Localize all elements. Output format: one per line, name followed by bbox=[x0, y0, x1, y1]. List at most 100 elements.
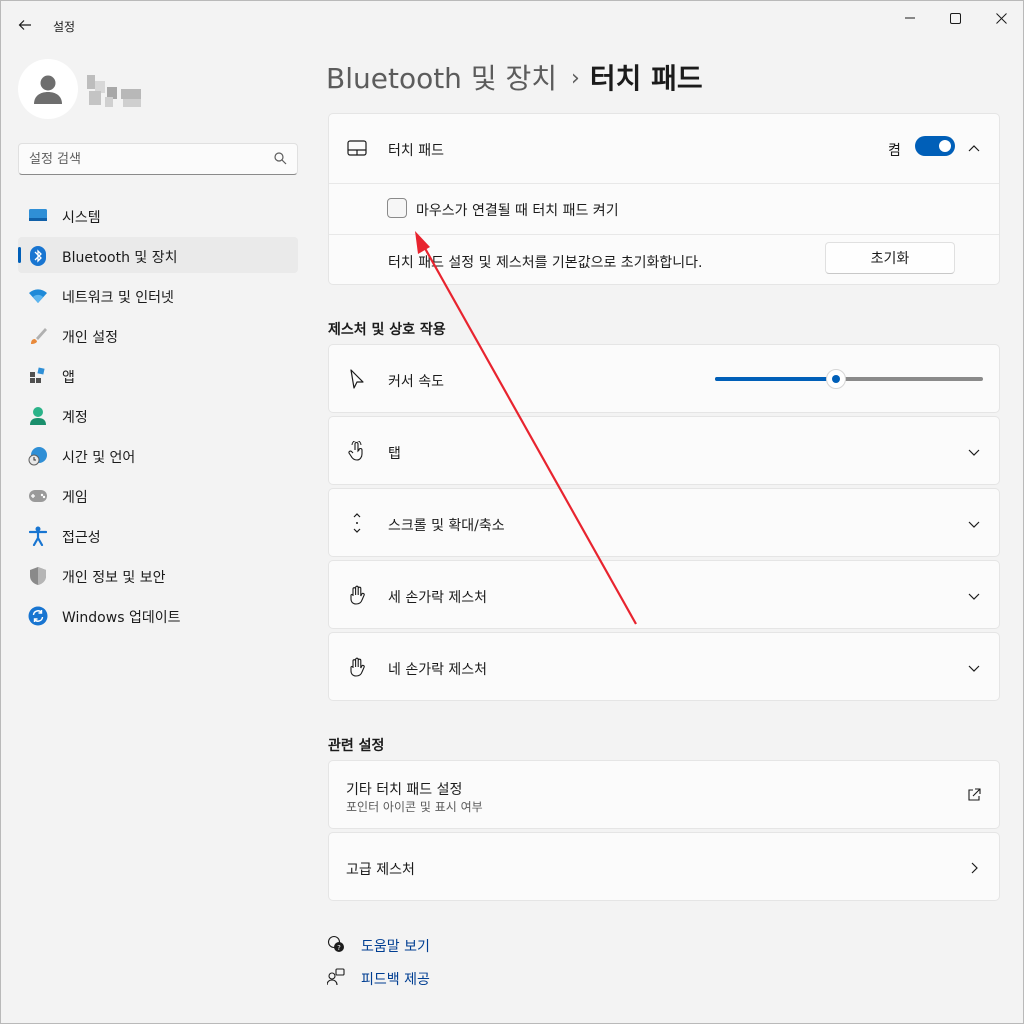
cursor-icon bbox=[347, 369, 367, 389]
advanced-gestures-card[interactable]: 고급 제스처 bbox=[328, 832, 1000, 901]
sidebar-item-windows-update[interactable]: Windows 업데이트 bbox=[18, 597, 298, 633]
cursor-speed-card: 커서 속도 bbox=[328, 344, 1000, 413]
maximize-icon bbox=[949, 12, 961, 24]
more-touchpad-settings-card[interactable]: 기타 터치 패드 설정 포인터 아이콘 및 표시 여부 bbox=[328, 760, 1000, 829]
toggle-state-label: 켬 bbox=[888, 143, 901, 159]
three-finger-card[interactable]: 세 손가락 제스처 bbox=[328, 560, 1000, 629]
username-redacted bbox=[87, 75, 143, 109]
back-button[interactable] bbox=[11, 11, 39, 39]
sidebar-item-label: 시간 및 언어 bbox=[62, 450, 136, 466]
back-arrow-icon bbox=[18, 20, 31, 30]
touchpad-icon bbox=[347, 138, 367, 158]
divider bbox=[329, 183, 999, 184]
minimize-icon bbox=[905, 17, 915, 19]
sidebar-item-accounts[interactable]: 계정 bbox=[18, 397, 298, 433]
sidebar-item-label: 게임 bbox=[62, 490, 88, 506]
sidebar-item-label: 네트워크 및 인터넷 bbox=[62, 290, 174, 306]
tap-card[interactable]: 탭 bbox=[328, 416, 1000, 485]
user-avatar[interactable] bbox=[18, 59, 78, 119]
maximize-button[interactable] bbox=[932, 1, 978, 35]
sidebar-item-network[interactable]: 네트워크 및 인터넷 bbox=[18, 277, 298, 313]
reset-button[interactable]: 초기화 bbox=[825, 242, 955, 274]
page-title: 터치 패드 bbox=[589, 62, 703, 95]
advanced-gestures-label: 고급 제스처 bbox=[346, 862, 415, 878]
divider bbox=[329, 234, 999, 235]
chevron-right-icon[interactable] bbox=[967, 861, 981, 875]
app-title: 설정 bbox=[53, 20, 76, 34]
scroll-zoom-label: 스크롤 및 확대/축소 bbox=[388, 518, 505, 534]
touchpad-header-row[interactable]: 터치 패드 켬 bbox=[329, 114, 999, 183]
sidebar-item-time-language[interactable]: 시간 및 언어 bbox=[18, 437, 298, 473]
gestures-section-title: 제스처 및 상호 작용 bbox=[328, 322, 446, 338]
sidebar-item-label: 계정 bbox=[62, 410, 88, 426]
sidebar-item-label: 시스템 bbox=[62, 210, 101, 226]
update-icon bbox=[28, 606, 48, 626]
search-input[interactable] bbox=[29, 144, 269, 174]
settings-window: 설정 시스템 Bluetooth 및 장치 bbox=[0, 0, 1024, 1024]
checkbox-label: 마우스가 연결될 때 터치 패드 켜기 bbox=[416, 203, 619, 219]
chevron-up-icon[interactable] bbox=[967, 142, 981, 156]
globe-clock-icon bbox=[28, 446, 48, 466]
slider-thumb[interactable] bbox=[826, 369, 846, 389]
breadcrumb: Bluetooth 및 장치 › 터치 패드 bbox=[326, 57, 703, 97]
sidebar-item-privacy-security[interactable]: 개인 정보 및 보안 bbox=[18, 557, 298, 593]
sidebar-item-accessibility[interactable]: 접근성 bbox=[18, 517, 298, 553]
cursor-speed-slider[interactable] bbox=[715, 367, 983, 391]
more-touchpad-label: 기타 터치 패드 설정 bbox=[346, 782, 463, 798]
hand-icon bbox=[347, 657, 367, 677]
four-finger-card[interactable]: 네 손가락 제스처 bbox=[328, 632, 1000, 701]
brush-icon bbox=[28, 326, 48, 346]
sidebar-item-personalization[interactable]: 개인 설정 bbox=[18, 317, 298, 353]
feedback-link[interactable]: 피드백 제공 bbox=[361, 969, 430, 989]
sidebar-item-label: 앱 bbox=[62, 370, 75, 386]
cursor-speed-label: 커서 속도 bbox=[388, 374, 444, 390]
chevron-down-icon[interactable] bbox=[967, 589, 981, 603]
scroll-arrows-icon bbox=[347, 513, 367, 533]
tap-label: 탭 bbox=[388, 446, 401, 462]
apps-icon bbox=[28, 366, 48, 386]
shield-icon bbox=[28, 566, 48, 586]
search-icon[interactable] bbox=[274, 152, 287, 165]
external-link-icon[interactable] bbox=[967, 788, 981, 802]
scroll-zoom-card[interactable]: 스크롤 및 확대/축소 bbox=[328, 488, 1000, 557]
settings-search-box[interactable] bbox=[18, 143, 298, 175]
sidebar-item-bluetooth[interactable]: Bluetooth 및 장치 bbox=[18, 237, 298, 273]
slider-fill bbox=[715, 377, 836, 381]
related-section-title: 관련 설정 bbox=[328, 738, 385, 754]
sidebar-item-label: 개인 정보 및 보안 bbox=[62, 570, 166, 586]
chevron-down-icon[interactable] bbox=[967, 661, 981, 675]
breadcrumb-parent-link[interactable]: Bluetooth 및 장치 bbox=[326, 62, 557, 95]
sidebar-nav: 시스템 Bluetooth 및 장치 네트워크 및 인터넷 개인 설정 앱 계정… bbox=[18, 197, 298, 637]
wifi-icon bbox=[28, 286, 48, 306]
touchpad-label: 터치 패드 bbox=[388, 143, 444, 159]
close-icon bbox=[995, 12, 1007, 24]
accessibility-icon bbox=[28, 526, 48, 546]
mouse-connected-checkbox[interactable] bbox=[387, 198, 407, 218]
sidebar-item-label: 개인 설정 bbox=[62, 330, 118, 346]
chevron-down-icon[interactable] bbox=[967, 445, 981, 459]
gamepad-icon bbox=[28, 486, 48, 506]
hand-icon bbox=[347, 585, 367, 605]
sidebar-item-apps[interactable]: 앱 bbox=[18, 357, 298, 393]
breadcrumb-separator: › bbox=[571, 66, 580, 91]
more-touchpad-sub: 포인터 아이콘 및 표시 여부 bbox=[346, 800, 483, 814]
touchpad-toggle[interactable] bbox=[915, 136, 955, 156]
sidebar-item-label: Windows 업데이트 bbox=[62, 610, 181, 626]
minimize-button[interactable] bbox=[887, 1, 933, 35]
tap-hand-icon bbox=[347, 441, 367, 461]
reset-description: 터치 패드 설정 및 제스처를 기본값으로 초기화합니다. bbox=[388, 255, 703, 271]
help-icon: ? bbox=[327, 935, 344, 952]
sidebar-item-system[interactable]: 시스템 bbox=[18, 197, 298, 233]
close-button[interactable] bbox=[978, 1, 1024, 35]
three-finger-label: 세 손가락 제스처 bbox=[388, 590, 488, 606]
four-finger-label: 네 손가락 제스처 bbox=[388, 662, 488, 678]
title-bar: 설정 bbox=[1, 1, 1023, 49]
account-icon bbox=[28, 406, 48, 426]
system-icon bbox=[28, 206, 48, 226]
feedback-icon bbox=[327, 968, 345, 986]
person-icon bbox=[34, 75, 62, 104]
touchpad-card: 터치 패드 켬 마우스가 연결될 때 터치 패드 켜기 터치 패드 설정 및 제… bbox=[328, 113, 1000, 285]
sidebar-item-gaming[interactable]: 게임 bbox=[18, 477, 298, 513]
chevron-down-icon[interactable] bbox=[967, 517, 981, 531]
help-link[interactable]: 도움말 보기 bbox=[361, 936, 430, 956]
